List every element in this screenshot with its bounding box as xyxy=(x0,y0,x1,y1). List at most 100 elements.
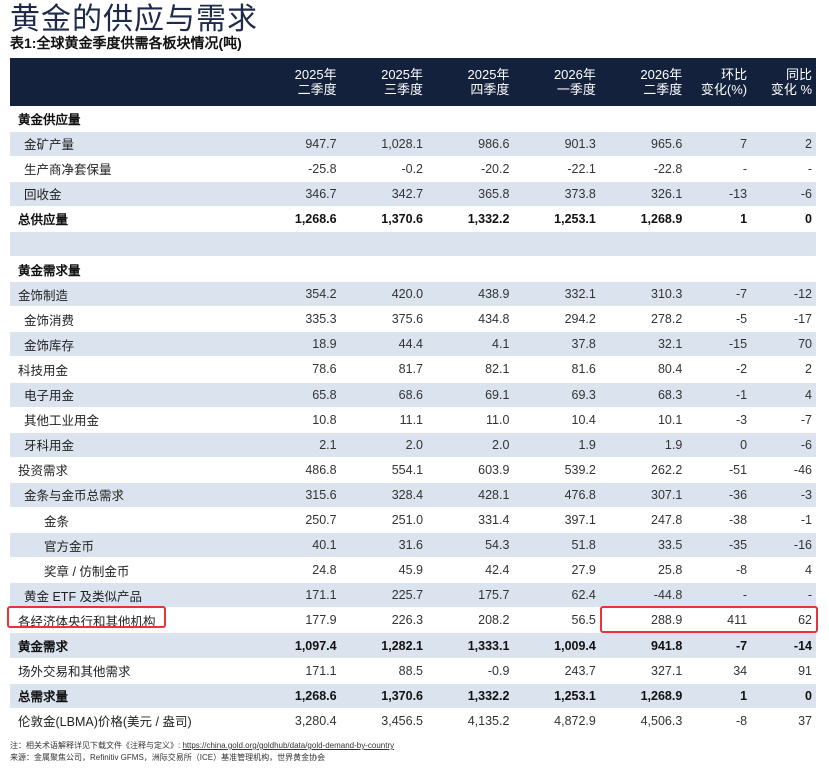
table-row: 其他工业用金 10.8 11.1 11.0 10.4 10.1 -3 -7 xyxy=(10,407,816,433)
table-cell: - xyxy=(686,156,752,182)
table-cell: 175.7 xyxy=(427,582,514,609)
row-label xyxy=(10,231,255,258)
table-cell: 4.1 xyxy=(427,331,514,358)
table-row: 金条与金币总需求 315.6 328.4 428.1 476.8 307.1 -36 -3 xyxy=(10,482,816,509)
header-2025-q4: 2025年 四季度 xyxy=(467,67,510,97)
table-cell: 68.6 xyxy=(340,382,428,408)
table-cell: - xyxy=(686,582,752,609)
row-label: 金饰库存 xyxy=(10,331,255,358)
table-cell: -36 xyxy=(686,482,752,509)
table-cell: 1,332.2 xyxy=(427,206,514,232)
table-cell: 947.7 xyxy=(254,131,341,157)
table-cell: -15 xyxy=(686,331,752,358)
row-label: 伦敦金(LBMA)价格(美元 / 盎司) xyxy=(10,708,255,734)
row-label: 回收金 xyxy=(10,181,255,207)
table-cell: 80.4 xyxy=(599,356,687,383)
table-cell: 69.3 xyxy=(513,382,600,408)
table-cell: 1,253.1 xyxy=(513,206,600,232)
table-cell: 1,268.6 xyxy=(254,683,341,709)
source-line: 来源：金属聚焦公司，Refinitiv GFMS，洲际交易所（ICE）基准管理机… xyxy=(10,753,326,762)
table-cell: 1 xyxy=(686,683,752,709)
table-cell: 1,097.4 xyxy=(254,632,341,659)
table-cell: - xyxy=(751,582,816,609)
table-cell: 331.4 xyxy=(427,507,514,534)
table-cell xyxy=(751,106,816,132)
table-cell xyxy=(751,256,816,283)
table-cell: -22.1 xyxy=(513,156,600,182)
table-cell: -22.8 xyxy=(599,156,687,182)
section-header-row: 黄金供应量 xyxy=(10,106,816,132)
table-cell: 397.1 xyxy=(513,507,600,534)
table-row: 投资需求 486.8 554.1 603.9 539.2 262.2 -51 -46 xyxy=(10,457,816,483)
table-cell: 251.0 xyxy=(340,507,428,534)
table-cell: 171.1 xyxy=(254,658,341,684)
table-cell: 342.7 xyxy=(340,181,428,207)
table-cell: 81.7 xyxy=(340,356,428,383)
table-cell: 243.7 xyxy=(513,658,600,684)
table-row: 金饰制造 354.2 420.0 438.9 332.1 310.3 -7 -12 xyxy=(10,281,816,308)
table-cell: 247.8 xyxy=(599,507,687,534)
row-label: 奖章 / 仿制金币 xyxy=(10,557,255,584)
header-yoy-change: 同比 变化 % xyxy=(770,67,812,97)
table-cell: 45.9 xyxy=(340,557,428,584)
row-label: 金条 xyxy=(10,507,255,534)
header-2025-q2: 2025年 二季度 xyxy=(294,67,337,97)
table-cell: -17 xyxy=(751,306,816,333)
table-cell: -51 xyxy=(686,457,752,483)
table-cell: 1,282.1 xyxy=(340,632,428,659)
table-cell: 1 xyxy=(686,206,752,232)
note-link[interactable]: https://china.gold.org/goldhub/data/gold… xyxy=(182,741,394,750)
table-cell: 294.2 xyxy=(513,306,600,333)
table-cell: 34 xyxy=(686,658,752,684)
table-cell: 25.8 xyxy=(599,557,687,584)
table-cell: -14 xyxy=(751,632,816,659)
table-cell: 2.0 xyxy=(427,432,514,458)
table-cell: 42.4 xyxy=(427,557,514,584)
table-cell: 332.1 xyxy=(513,281,600,308)
table-cell: 11.0 xyxy=(427,407,514,433)
table-cell xyxy=(427,106,514,132)
table-cell: 208.2 xyxy=(427,607,514,634)
table-cell: 250.7 xyxy=(254,507,341,534)
table-cell: 1,009.4 xyxy=(513,632,600,659)
table-cell: 69.1 xyxy=(427,382,514,408)
row-label: 总需求量 xyxy=(10,683,255,709)
table-row: 电子用金 65.8 68.6 69.1 69.3 68.3 -1 4 xyxy=(10,382,816,408)
table-cell: 0 xyxy=(751,683,816,709)
table-cell: 70 xyxy=(751,331,816,358)
table-cell: 965.6 xyxy=(599,131,687,157)
table-cell: 3,456.5 xyxy=(340,708,428,734)
table-cell: 4,872.9 xyxy=(513,708,600,734)
table-row: 生产商净套保量 -25.8 -0.2 -20.2 -22.1 -22.8- - xyxy=(10,156,816,182)
table-caption: 表1:全球黄金季度供需各板块情况(吨) xyxy=(10,35,242,51)
table-cell: 4 xyxy=(751,557,816,584)
table-cell: 373.8 xyxy=(513,181,600,207)
table-cell xyxy=(427,231,514,258)
table-cell: 346.7 xyxy=(254,181,341,207)
table-cell: 40.1 xyxy=(254,532,341,559)
table-cell: 1,370.6 xyxy=(340,683,428,709)
table-cell: -7 xyxy=(751,407,816,433)
row-label: 金饰消费 xyxy=(10,306,255,333)
table-cell: 88.5 xyxy=(340,658,428,684)
table-row: 金饰消费 335.3 375.6 434.8 294.2 278.2 -5 -17 xyxy=(10,306,816,333)
table-cell: 438.9 xyxy=(427,281,514,308)
table-row: 回收金 346.7 342.7 365.8 373.8 326.1 -13 -6 xyxy=(10,181,816,207)
table-cell: 1,253.1 xyxy=(513,683,600,709)
table-cell: 62.4 xyxy=(513,582,600,609)
table-cell: 4 xyxy=(751,382,816,408)
highlight-box-values xyxy=(600,606,818,633)
table-cell: -46 xyxy=(751,457,816,483)
table-cell: 1.9 xyxy=(513,432,600,458)
total-row: 总需求量 1,268.6 1,370.6 1,332.2 1,253.1 1,268.9 1… xyxy=(10,683,816,709)
row-label: 黄金供应量 xyxy=(10,106,255,132)
table-cell: 226.3 xyxy=(340,607,428,634)
row-label: 牙科用金 xyxy=(10,432,255,458)
table-cell: -0.9 xyxy=(427,658,514,684)
table-cell: 37.8 xyxy=(513,331,600,358)
table-cell xyxy=(513,231,600,258)
row-label: 金矿产量 xyxy=(10,131,255,157)
table-cell: 225.7 xyxy=(340,582,428,609)
table-cell: 2.1 xyxy=(254,432,341,458)
table-cell: -7 xyxy=(686,632,752,659)
